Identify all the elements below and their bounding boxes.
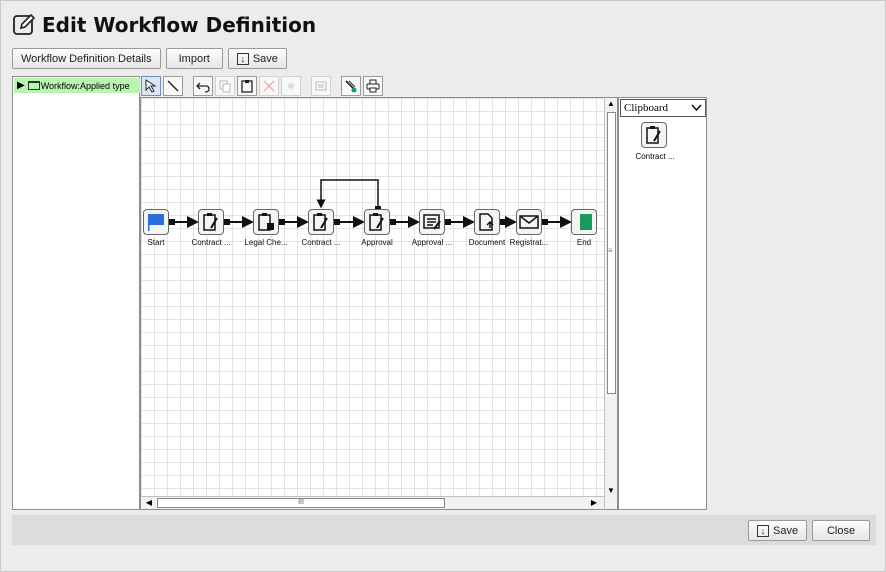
- select-icon[interactable]: [141, 76, 161, 96]
- scroll-left-icon[interactable]: ◀: [143, 497, 155, 509]
- vertical-thumb-grip: ≡: [608, 246, 613, 255]
- print-icon[interactable]: [363, 76, 383, 96]
- start-flag-icon: [148, 214, 164, 231]
- node-label-approval: Approval: [361, 238, 393, 247]
- clipboard-select[interactable]: Clipboard: [620, 99, 706, 117]
- import-label: Import: [178, 52, 210, 65]
- tree-item-workflow[interactable]: ▶ Workflow:Applied type: [14, 78, 140, 93]
- copy-icon[interactable]: [215, 76, 235, 96]
- canvas-vertical-scrollbar[interactable]: ▲ ≡ ▼: [604, 97, 618, 510]
- auto-layout-icon[interactable]: [341, 76, 361, 96]
- canvas-horizontal-scrollbar[interactable]: ◀ III ▶: [141, 496, 604, 509]
- node-registration[interactable]: [516, 209, 542, 235]
- node-approval[interactable]: [364, 209, 390, 235]
- folder-icon: [27, 81, 40, 90]
- mail-icon: [519, 215, 539, 229]
- horizontal-scroll-thumb[interactable]: III: [157, 498, 445, 508]
- clipboard-panel: Clipboard Contract ...: [618, 97, 707, 510]
- end-flag-icon: [580, 214, 592, 230]
- workflow-canvas[interactable]: Start Contract ... Legal Che... Contract…: [140, 97, 604, 510]
- clipboard-item-label: Contract ...: [635, 152, 675, 161]
- edit-workflow-window: Edit Workflow Definition Workflow Defini…: [0, 0, 886, 572]
- workflow-connectors: [169, 179, 572, 228]
- chevron-down-icon: [691, 102, 702, 116]
- workflow-tree-panel: ▶ Workflow:Applied type: [12, 76, 140, 510]
- undo-icon[interactable]: [193, 76, 213, 96]
- close-button[interactable]: Close: [812, 520, 870, 541]
- node-contract-1[interactable]: [198, 209, 224, 235]
- properties-icon[interactable]: [281, 76, 301, 96]
- delete-icon[interactable]: [259, 76, 279, 96]
- scroll-down-icon[interactable]: ▼: [605, 485, 617, 497]
- node-label-registration: Registrat...: [509, 238, 549, 247]
- bottom-button-bar: ↓ Save Close: [12, 515, 876, 545]
- save-button-bottom[interactable]: ↓ Save: [748, 520, 808, 541]
- import-button[interactable]: Import: [165, 48, 223, 69]
- expand-arrow-icon[interactable]: ▶: [17, 80, 25, 91]
- line-icon[interactable]: [163, 76, 183, 96]
- save-icon: ↓: [236, 52, 249, 65]
- node-label-end: End: [576, 238, 592, 247]
- node-contract-2[interactable]: [308, 209, 334, 235]
- page-title: Edit Workflow Definition: [42, 13, 317, 37]
- clipboard-edit-icon: [313, 213, 328, 231]
- node-label-approval-2: Approval ...: [411, 238, 453, 247]
- clipboard-select-value: Clipboard: [624, 102, 668, 114]
- clipboard-edit-icon: [203, 213, 218, 231]
- clipboard-edit-icon: [369, 213, 384, 231]
- node-label-contract-1: Contract ...: [191, 238, 231, 247]
- close-label: Close: [826, 524, 856, 537]
- node-label-contract-2: Contract ...: [301, 238, 341, 247]
- workflow-definition-details-button[interactable]: Workflow Definition Details: [12, 48, 161, 69]
- node-approval-2[interactable]: [419, 209, 445, 235]
- node-legal-check[interactable]: [253, 209, 279, 235]
- save-icon: ↓: [757, 524, 769, 537]
- document-lines-icon: [423, 214, 441, 230]
- details-label: Workflow Definition Details: [21, 52, 152, 65]
- save-label-bottom: Save: [773, 524, 799, 537]
- node-label-start: Start: [147, 238, 165, 247]
- horizontal-thumb-grip: III: [298, 499, 304, 506]
- clipboard-check-icon: [258, 213, 274, 231]
- clipboard-edit-icon: [646, 126, 661, 144]
- clipboard-item-contract[interactable]: [641, 122, 667, 148]
- editor-toolbar: [141, 76, 383, 97]
- node-end[interactable]: [571, 209, 597, 235]
- scroll-up-icon[interactable]: ▲: [605, 98, 617, 110]
- save-button-top[interactable]: ↓ Save: [227, 48, 287, 69]
- top-button-bar: Workflow Definition Details Import ↓ Sav…: [12, 48, 287, 69]
- list-icon[interactable]: [311, 76, 331, 96]
- tree-item-label: Workflow:Applied type: [40, 80, 130, 91]
- node-document[interactable]: [474, 209, 500, 235]
- node-start[interactable]: [143, 209, 169, 235]
- edit-icon: [13, 13, 36, 35]
- document-upload-icon: [479, 213, 494, 231]
- vertical-scroll-thumb[interactable]: ≡: [607, 112, 616, 394]
- node-label-legal-check: Legal Che...: [244, 238, 288, 247]
- title-row: Edit Workflow Definition: [12, 11, 316, 39]
- scroll-right-icon[interactable]: ▶: [588, 497, 600, 509]
- save-label: Save: [252, 52, 278, 65]
- paste-icon[interactable]: [237, 76, 257, 96]
